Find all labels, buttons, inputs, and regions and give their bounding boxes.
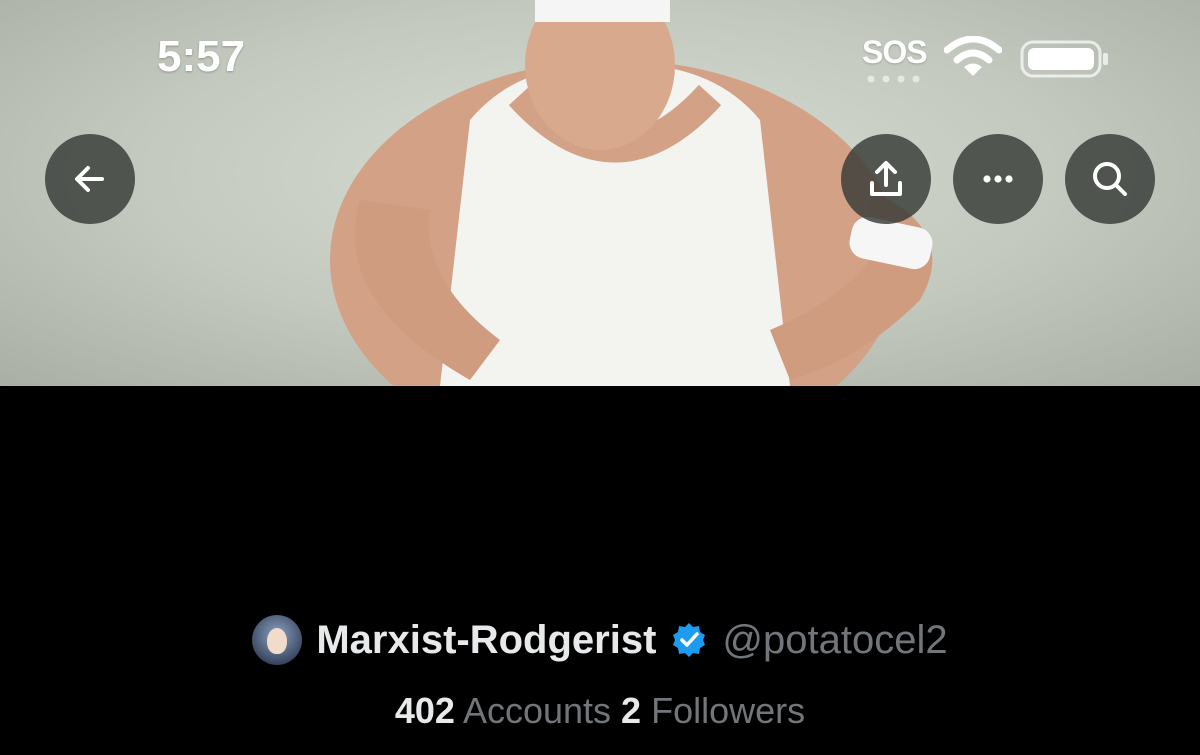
back-button[interactable] <box>45 134 135 224</box>
accounts-count: 402 <box>394 690 455 731</box>
verified-badge-icon <box>673 623 706 657</box>
list-description <box>0 532 1200 578</box>
followers-link[interactable]: 2 Followers <box>621 690 805 731</box>
more-icon <box>983 175 1013 183</box>
status-time: 5:57 <box>157 32 246 81</box>
list-owner[interactable]: Marxist-Rodgerist @potatocel2 <box>0 612 1200 668</box>
signal-dots-icon <box>867 75 920 83</box>
more-options-button[interactable] <box>953 134 1043 224</box>
list-banner: 5:57 SOS <box>0 0 1200 386</box>
share-button[interactable] <box>841 134 931 224</box>
list-title <box>0 446 1200 516</box>
search-button[interactable] <box>1065 134 1155 224</box>
search-icon <box>1093 162 1127 196</box>
owner-display-name[interactable]: Marxist-Rodgerist <box>316 618 656 663</box>
list-stats: 402 Accounts 2 Followers <box>0 690 1200 732</box>
owner-handle[interactable]: @potatocel2 <box>722 618 947 663</box>
followers-label: Followers <box>651 690 806 731</box>
owner-avatar[interactable] <box>252 615 303 665</box>
accounts-label: Accounts <box>462 690 612 731</box>
members-link[interactable]: 402 Accounts <box>395 690 611 731</box>
back-arrow-icon <box>75 166 104 192</box>
followers-count: 2 <box>621 690 642 731</box>
battery-icon <box>1020 40 1108 78</box>
wifi-icon <box>944 36 1002 76</box>
share-icon <box>870 161 902 196</box>
sos-indicator: SOS <box>862 34 928 70</box>
